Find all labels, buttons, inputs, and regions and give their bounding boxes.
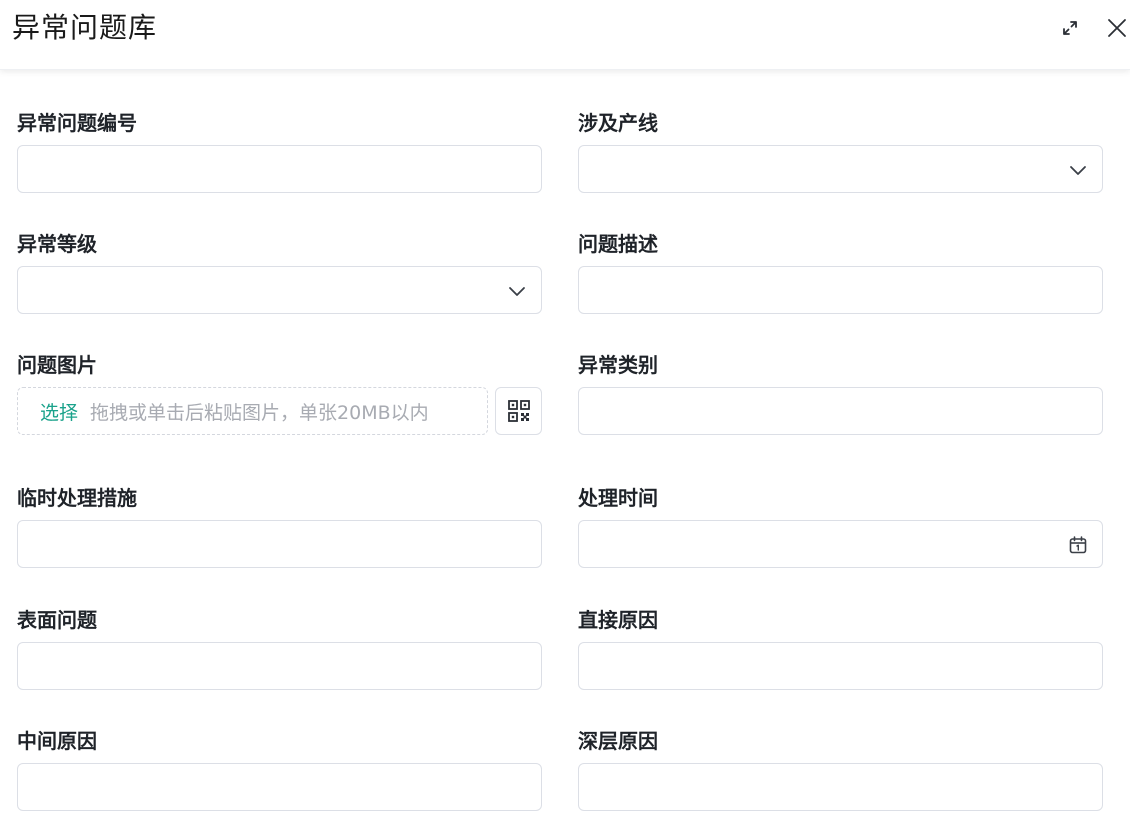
close-button[interactable] [1105,16,1129,40]
field-temp-measures: 临时处理措施 [17,484,542,568]
dialog-title: 异常问题库 [12,11,158,44]
field-label: 异常问题编号 [17,111,137,135]
expand-button[interactable] [1058,16,1082,40]
image-upload-dropzone[interactable]: 选择 拖拽或单击后粘贴图片，单张20MB以内 [17,387,488,435]
select-image-link[interactable]: 选择 [40,398,78,425]
temp-measures-input[interactable] [17,520,542,568]
chevron-down-icon [505,279,529,303]
intermediate-cause-input[interactable] [17,763,542,811]
direct-cause-input[interactable] [578,642,1103,690]
field-label: 表面问题 [17,608,97,632]
field-production-line: 涉及产线 [578,109,1103,193]
field-category: 异常类别 [578,351,1103,435]
production-line-select[interactable] [578,145,1103,193]
qr-upload-button[interactable] [495,387,542,435]
dialog-header: 异常问题库 [0,0,1130,70]
expand-icon [1063,21,1077,35]
surface-problem-input[interactable] [17,642,542,690]
field-label: 异常类别 [578,353,658,377]
deep-cause-input[interactable] [578,763,1103,811]
qr-code-icon [507,400,530,422]
field-label: 深层原因 [578,729,658,753]
category-input[interactable] [578,387,1103,435]
field-level: 异常等级 [17,230,542,314]
level-select[interactable] [17,266,542,314]
field-label: 直接原因 [578,608,658,632]
field-label: 涉及产线 [578,111,658,135]
field-problem-no: 异常问题编号 [17,109,542,193]
field-intermediate-cause: 中间原因 [17,727,542,811]
close-icon [1108,19,1126,37]
description-input[interactable] [578,266,1103,314]
field-deep-cause: 深层原因 [578,727,1103,811]
field-label: 问题描述 [578,232,658,256]
field-label: 异常等级 [17,232,97,256]
chevron-down-icon [1066,158,1090,182]
field-label: 临时处理措施 [17,486,137,510]
calendar-icon[interactable] [1066,533,1090,557]
field-image: 问题图片 选择 拖拽或单击后粘贴图片，单张20MB以内 [17,351,542,435]
upload-hint: 拖拽或单击后粘贴图片，单张20MB以内 [90,401,429,424]
field-label: 中间原因 [17,729,97,753]
field-label: 问题图片 [17,353,97,377]
handle-time-date-picker[interactable] [578,520,1103,568]
field-direct-cause: 直接原因 [578,606,1103,690]
field-handle-time: 处理时间 [578,484,1103,568]
field-label: 处理时间 [578,486,658,510]
field-surface-problem: 表面问题 [17,606,542,690]
field-description: 问题描述 [578,230,1103,314]
problem-no-input[interactable] [17,145,542,193]
